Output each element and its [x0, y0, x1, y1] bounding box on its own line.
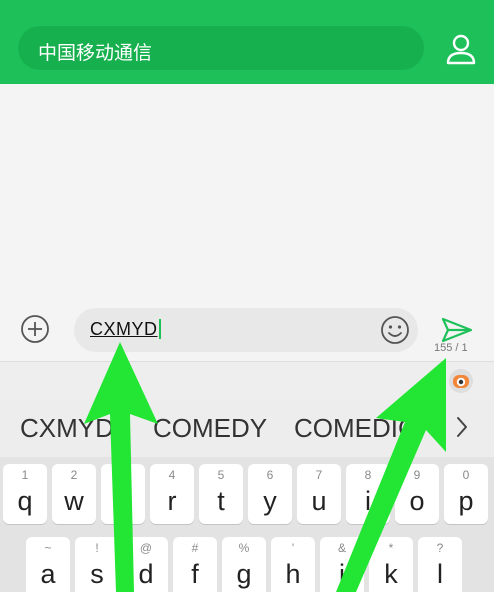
key-hint: 0	[462, 468, 470, 482]
key-char: i	[365, 486, 371, 516]
key-d[interactable]: @ d	[124, 537, 168, 592]
recipient-field[interactable]: 中国移动通信	[18, 26, 424, 70]
chevron-right-icon[interactable]	[454, 415, 470, 439]
key-w[interactable]: 2w	[52, 464, 96, 524]
key-char: d	[138, 559, 154, 589]
message-input[interactable]: CXMYD	[74, 308, 418, 352]
key-q[interactable]: 1q	[3, 464, 47, 524]
key-h[interactable]: ' h	[271, 537, 315, 592]
key-y[interactable]: 6y	[248, 464, 292, 524]
suggestion-item[interactable]: CXMYD	[20, 413, 114, 444]
key-j[interactable]: & j	[320, 537, 364, 592]
suggestion-item[interactable]: COMEDY	[153, 413, 267, 444]
contact-person-icon[interactable]	[444, 34, 478, 66]
key-s[interactable]: ! s	[75, 537, 119, 592]
key-hint: ~	[44, 541, 52, 555]
app-header: 中国移动通信	[0, 0, 494, 84]
key-i[interactable]: 8i	[346, 464, 390, 524]
key-hint: 3	[119, 468, 127, 482]
key-hint: 7	[315, 468, 323, 482]
circle-plus-icon[interactable]	[20, 314, 50, 344]
key-p[interactable]: 0p	[444, 464, 488, 524]
key-char: j	[339, 559, 345, 589]
key-k[interactable]: * k	[369, 537, 413, 592]
key-char: w	[64, 486, 84, 516]
key-hint: 6	[266, 468, 274, 482]
key-hint: 4	[168, 468, 176, 482]
key-char: k	[384, 559, 398, 589]
key-g[interactable]: % g	[222, 537, 266, 592]
compose-bar: CXMYD 155 / 1	[0, 302, 494, 360]
key-hint: 2	[70, 468, 78, 482]
key-char: o	[409, 486, 425, 516]
key-char: a	[40, 559, 56, 589]
key-l[interactable]: ? l	[418, 537, 462, 592]
suggestion-item[interactable]: COMEDIC	[294, 413, 417, 444]
key-char: q	[17, 486, 33, 516]
key-f[interactable]: # f	[173, 537, 217, 592]
key-hint: &	[337, 541, 346, 555]
key-a[interactable]: ~ a	[26, 537, 70, 592]
key-hint: ?	[436, 541, 444, 555]
message-input-text: CXMYD	[90, 319, 161, 340]
key-char: g	[236, 559, 252, 589]
key-hint: 8	[364, 468, 372, 482]
message-thread-area	[0, 84, 494, 302]
keyboard-toolbar	[0, 361, 494, 399]
key-hint: %	[238, 541, 250, 555]
key-hint: @	[139, 541, 153, 555]
key-char: s	[90, 559, 104, 589]
key-char: u	[311, 486, 327, 516]
recipient-name: 中国移动通信	[38, 42, 153, 64]
key-hint: *	[388, 541, 394, 555]
key-char: f	[191, 559, 199, 589]
key-hint: #	[191, 541, 199, 555]
key-char: t	[217, 486, 225, 516]
key-char: y	[263, 486, 277, 516]
key-hint: 9	[413, 468, 421, 482]
key-r[interactable]: 4r	[150, 464, 194, 524]
key-hint: !	[95, 541, 99, 555]
key-hint: '	[291, 541, 295, 555]
message-input-value: CXMYD	[90, 319, 158, 339]
key-char: p	[458, 486, 474, 516]
key-t[interactable]: 5t	[199, 464, 243, 524]
robot-mascot-icon[interactable]	[448, 368, 474, 394]
suggestion-strip: CXMYD COMEDY COMEDIC	[0, 399, 494, 457]
key-hint: 1	[21, 468, 29, 482]
key-u[interactable]: 7u	[297, 464, 341, 524]
soft-keyboard: 1q 2w 3e 4r 5t 6y 7u 8i 9o 0p ~ a ! s @ d #…	[0, 457, 494, 592]
sms-compose-screen: 中国移动通信 CXMYD 155 / 1 CXMYD COMEDY COMEDI…	[0, 0, 494, 592]
smiley-icon[interactable]	[380, 315, 410, 345]
key-char: l	[437, 559, 443, 589]
paper-plane-send-icon[interactable]	[440, 316, 474, 344]
key-o[interactable]: 9o	[395, 464, 439, 524]
key-char: h	[285, 559, 301, 589]
key-char: e	[115, 486, 131, 516]
character-counter: 155 / 1	[434, 342, 468, 354]
key-e[interactable]: 3e	[101, 464, 145, 524]
key-hint: 5	[217, 468, 225, 482]
key-char: r	[167, 486, 177, 516]
text-caret	[158, 319, 161, 339]
